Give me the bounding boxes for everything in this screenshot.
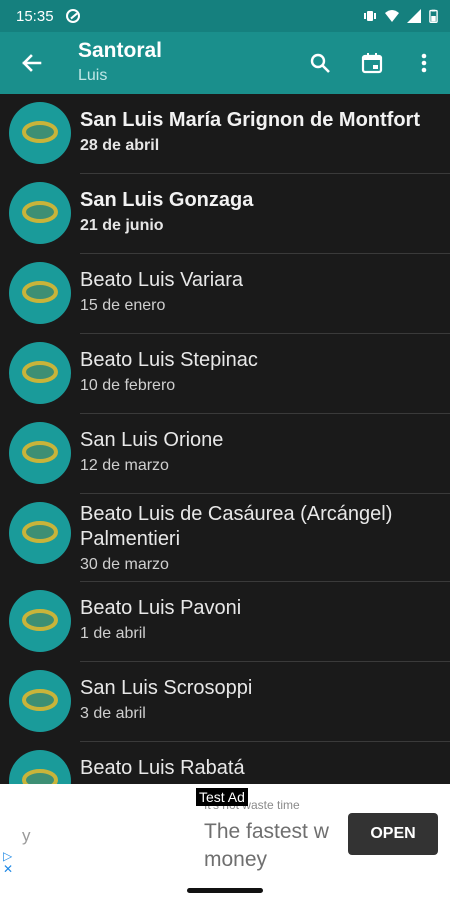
halo-avatar (9, 502, 71, 564)
halo-icon (22, 689, 58, 711)
list-item[interactable]: Beato Luis Variara 15 de enero (0, 254, 450, 334)
halo-icon (22, 201, 58, 223)
list-item[interactable]: San Luis Scrosoppi 3 de abril (0, 662, 450, 742)
wifi-icon (385, 10, 399, 22)
page-subtitle: Luis (78, 67, 108, 84)
saint-date: 28 de abril (80, 137, 160, 154)
arrow-back-icon (22, 54, 42, 72)
ad-left-letter: y (22, 826, 31, 845)
ad-choices-icon[interactable]: ▷ ✕ (3, 850, 13, 876)
list-item[interactable]: Beato Luis de Casáurea (Arcángel) Palmen… (0, 494, 450, 582)
list-item[interactable]: San Luis Gonzaga 21 de junio (0, 174, 450, 254)
more-vert-icon (421, 53, 427, 73)
do-not-disturb-icon (65, 9, 80, 23)
saint-name: Beato Luis Pavoni (80, 597, 242, 619)
ad-headline: The fastest w money (204, 820, 329, 871)
halo-icon (22, 361, 58, 383)
saint-name: San Luis Scrosoppi (80, 677, 253, 699)
halo-avatar (9, 102, 71, 164)
saint-date: 15 de enero (80, 297, 166, 314)
halo-avatar (9, 262, 71, 324)
saint-name: San Luis Orione (80, 429, 224, 451)
halo-avatar (9, 750, 71, 784)
ad-banner[interactable]: It's not waste time Test Ad y The fastes… (0, 784, 450, 882)
saint-date: 21 de junio (80, 217, 164, 234)
halo-avatar (9, 182, 71, 244)
halo-avatar (9, 670, 71, 732)
ad-open-button[interactable]: OPEN (348, 813, 438, 855)
back-button[interactable] (0, 32, 62, 94)
halo-avatar (9, 422, 71, 484)
calendar-button[interactable] (346, 32, 398, 94)
vibrate-icon (364, 11, 376, 21)
saint-date: 10 de febrero (80, 377, 176, 394)
halo-avatar (9, 590, 71, 652)
saint-name: Beato Luis Variara (80, 269, 244, 291)
saints-list: San Luis María Grignon de Montfort 28 de… (0, 94, 450, 784)
saint-name: San Luis Gonzaga (80, 189, 254, 211)
list-item[interactable]: San Luis María Grignon de Montfort 28 de… (0, 94, 450, 174)
home-handle[interactable] (187, 888, 263, 893)
ad-tag: Test Ad (196, 788, 248, 806)
list-item[interactable]: Beato Luis Rabatá (0, 742, 450, 784)
calendar-icon (361, 53, 383, 74)
halo-icon (22, 121, 58, 143)
status-bar: 15:35 (0, 0, 450, 32)
halo-avatar (9, 342, 71, 404)
search-button[interactable] (294, 32, 346, 94)
saint-date: 12 de marzo (80, 457, 169, 474)
halo-icon (22, 281, 58, 303)
app-bar-titles: Santoral Luis (78, 39, 162, 87)
halo-icon (22, 441, 58, 463)
saint-name: San Luis María Grignon de Montfort (80, 109, 420, 131)
halo-icon (22, 521, 58, 543)
saint-name: Beato Luis Stepinac (80, 349, 258, 371)
battery-icon (429, 9, 438, 23)
list-item[interactable]: Beato Luis Stepinac 10 de febrero (0, 334, 450, 414)
halo-icon (22, 609, 58, 631)
list-item[interactable]: Beato Luis Pavoni 1 de abril (0, 582, 450, 662)
saint-date: 30 de marzo (80, 556, 169, 573)
more-options-button[interactable] (398, 32, 450, 94)
gesture-nav-bar (0, 882, 450, 900)
search-icon (310, 53, 330, 73)
status-time: 15:35 (16, 7, 54, 25)
halo-icon (22, 769, 58, 784)
list-item[interactable]: San Luis Orione 12 de marzo (0, 414, 450, 494)
app-bar: Santoral Luis (0, 32, 450, 94)
signal-icon (407, 9, 421, 23)
saint-date: 1 de abril (80, 625, 146, 642)
saint-name: Beato Luis Rabatá (80, 757, 245, 779)
page-title: Santoral (78, 39, 163, 62)
saint-name: Beato Luis de Casáurea (Arcángel) Palmen… (80, 503, 393, 550)
saint-date: 3 de abril (80, 705, 146, 722)
